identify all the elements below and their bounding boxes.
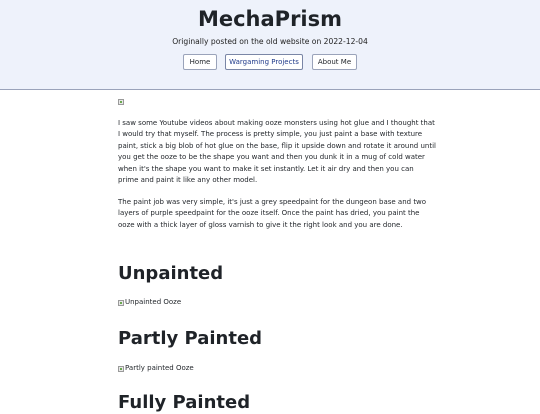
article-content: I saw some Youtube videos about making o… [118, 99, 436, 413]
site-header: MechaPrism Originally posted on the old … [0, 0, 540, 90]
image-alt-text: Partly painted Ooze [125, 364, 194, 372]
post-origin-note: Originally posted on the old website on … [172, 37, 368, 46]
site-title: MechaPrism [197, 7, 343, 31]
partly-painted-ooze-image: Partly painted Ooze [118, 364, 194, 373]
nav-about-me-button[interactable]: About Me [312, 54, 357, 70]
main-nav: Home Wargaming Projects About Me [0, 54, 540, 70]
section-heading-partly-painted: Partly Painted [118, 328, 263, 349]
image-alt-text: Unpainted Ooze [125, 298, 182, 306]
broken-image-icon [118, 99, 124, 105]
nav-wargaming-projects-button[interactable]: Wargaming Projects [225, 54, 303, 70]
broken-image-icon [118, 299, 124, 306]
article-paragraph: The paint job was very simple, it's just… [118, 198, 427, 229]
section-heading-fully-painted: Fully Painted [118, 392, 251, 413]
broken-image-icon [118, 365, 124, 372]
article-paragraph: I saw some Youtube videos about making o… [118, 119, 436, 185]
nav-home-button[interactable]: Home [183, 54, 217, 70]
unpainted-ooze-image: Unpainted Ooze [118, 298, 181, 307]
section-heading-unpainted: Unpainted [118, 263, 224, 284]
